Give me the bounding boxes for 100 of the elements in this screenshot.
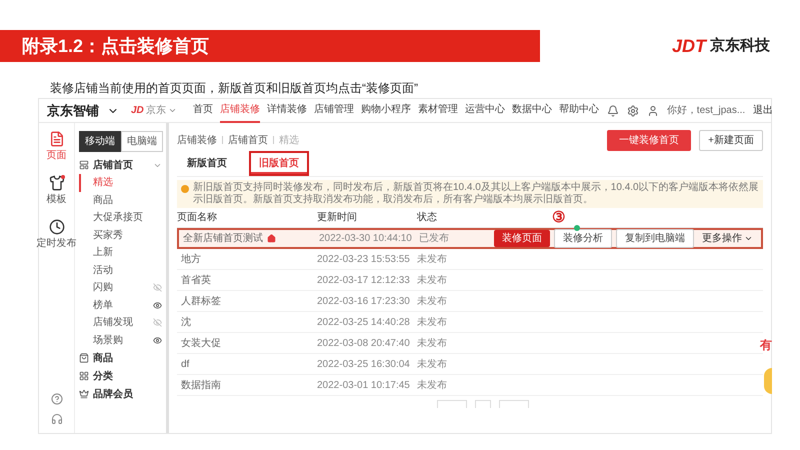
nav-tab[interactable]: 数据中心 — [512, 98, 552, 122]
decorate-page-button[interactable]: 装修页面 — [494, 230, 550, 247]
nav-tab[interactable]: 店铺管理 — [314, 98, 354, 122]
tree-item[interactable]: 场景购 — [79, 332, 162, 349]
table-cell: 全新店铺首页测试 — [179, 231, 319, 246]
caret-icon — [168, 106, 177, 115]
table-cell-text: 未发布 — [417, 274, 448, 288]
tree-item[interactable]: 榜单 — [79, 296, 162, 314]
table-cell-text: 未发布 — [417, 252, 448, 266]
table-cell-text: 未发布 — [417, 378, 448, 392]
tree-item[interactable]: 闪购 — [79, 279, 162, 296]
table-row[interactable]: 地方 2022-03-23 15:53:55 未发布 — [177, 249, 763, 270]
breadcrumb-link[interactable]: 店铺装修 — [177, 132, 217, 148]
table-cell-text: 未发布 — [417, 336, 448, 350]
notice-text: 新旧版首页支持同时装修发布，同时发布后，新版首页将在10.4.0及其以上客户端版本中展示，10.4.0以下的客户端版本将依然展示旧版首页。新版首页支持取消发布功能，取消发布后，所有客户端版本均展示旧版首页。 — [193, 182, 759, 206]
table-cell-text: 地方 — [180, 252, 202, 266]
rail-item[interactable]: 模板 — [46, 175, 66, 207]
table-cell-text: 人群标签 — [180, 294, 222, 308]
tree-item[interactable]: 商品 — [79, 192, 162, 209]
grid-icon — [79, 371, 89, 381]
platform-label[interactable]: 京东 — [146, 103, 166, 118]
decorate-home-button[interactable]: 一键装修首页 — [607, 130, 692, 150]
tree-item[interactable]: 上新 — [79, 244, 162, 262]
rail-item[interactable]: 定时发布 — [36, 219, 76, 251]
table-cell-text: 2022-03-16 17:23:30 — [317, 294, 411, 308]
eye-icon[interactable] — [153, 336, 162, 345]
table-row[interactable]: 沈 2022-03-25 14:40:28 未发布 — [177, 312, 763, 333]
shirt-icon — [48, 175, 64, 191]
eye-icon[interactable] — [153, 300, 162, 310]
table-cell-text: 未发布 — [417, 358, 448, 372]
brand-name: 京东科技 — [710, 36, 770, 56]
table-cell-text: 2022-03-08 20:47:40 — [317, 336, 411, 350]
brand-mark: JDT — [672, 34, 706, 58]
table-cell-text: df — [180, 358, 190, 372]
floating-promo-label: 有 — [760, 337, 772, 354]
tree-item[interactable]: 买家秀 — [79, 226, 162, 244]
tree-item[interactable]: 店铺发现 — [79, 314, 162, 332]
headset-icon[interactable] — [50, 413, 62, 425]
table-cell-text: 首省英 — [180, 274, 212, 288]
tree-item[interactable]: 活动 — [79, 262, 162, 279]
rail-item[interactable]: 页面 — [46, 131, 66, 163]
action-button[interactable]: 装修分析 — [554, 229, 612, 248]
page-tab[interactable]: 旧版首页 — [249, 151, 309, 176]
layout-icon — [79, 160, 89, 170]
table-cell-text: 2022-03-30 10:44:10 — [319, 232, 413, 246]
clock-icon — [48, 219, 64, 235]
action-button[interactable]: 复制到电脑端 — [616, 229, 694, 248]
table-cell-text: 未发布 — [417, 294, 448, 308]
table-cell-text: 女装大促 — [180, 336, 222, 350]
logout-link[interactable]: 退出 — [753, 103, 774, 118]
crown-icon — [79, 389, 89, 399]
nav-tab[interactable]: 素材管理 — [418, 98, 458, 122]
tree-item[interactable]: 品牌会员 — [79, 385, 162, 403]
column-header: 页面名称 — [177, 211, 218, 225]
nav-tab[interactable]: 帮助中心 — [558, 98, 599, 122]
eye-off-icon[interactable] — [153, 318, 162, 328]
help-icon[interactable] — [50, 393, 62, 405]
app-logo[interactable]: 京东智铺 — [47, 100, 99, 120]
tree-item[interactable]: 精选 — [79, 174, 162, 192]
tree-item[interactable]: 大促承接页 — [79, 209, 162, 226]
caret-icon — [744, 234, 753, 243]
device-tab[interactable]: 移动端 — [79, 131, 121, 152]
nav-tab[interactable]: 店铺装修 — [220, 98, 260, 122]
platform-logo: JD — [131, 104, 144, 118]
tree-item[interactable]: 分类 — [79, 367, 162, 385]
table-cell-text: 2022-03-01 10:17:45 — [317, 378, 411, 392]
table-row[interactable]: 数据指南 2022-03-01 10:17:45 未发布 — [177, 375, 763, 396]
breadcrumb-link[interactable]: 店铺首页 — [228, 132, 268, 148]
nav-tab[interactable]: 运营中心 — [464, 98, 505, 122]
document-icon — [48, 131, 64, 147]
table-row[interactable]: 人群标签 2022-03-16 17:23:30 未发布 — [177, 291, 763, 312]
table-cell-text: 2022-03-17 12:12:33 — [317, 274, 411, 288]
tree-item[interactable]: 店铺首页 — [79, 156, 162, 174]
new-page-button[interactable]: +新建页面 — [699, 130, 763, 150]
table-cell-text: 2022-03-25 16:30:04 — [317, 358, 411, 372]
tree-item[interactable]: 商品 — [79, 349, 162, 367]
slide-subtitle: 装修店铺当前使用的首页页面，新版首页和旧版首页均点击“装修页面” — [50, 81, 418, 95]
user-icon — [646, 104, 659, 116]
table-cell-text: 2022-03-23 15:53:55 — [317, 252, 411, 266]
page-tab[interactable]: 新版首页 — [177, 151, 237, 176]
warning-icon — [181, 185, 189, 193]
nav-tab[interactable]: 详情装修 — [266, 98, 307, 122]
device-tab[interactable]: 电脑端 — [121, 131, 163, 152]
eye-off-icon[interactable] — [153, 283, 162, 292]
notification-icon[interactable] — [606, 104, 619, 116]
nav-tab[interactable]: 首页 — [192, 98, 213, 122]
more-actions-menu[interactable]: 更多操作 — [698, 231, 757, 246]
nav-tab[interactable]: 购物小程序 — [360, 98, 411, 122]
table-cell-text: 未发布 — [417, 316, 448, 330]
table-row[interactable]: 首省英 2022-03-17 12:12:33 未发布 — [177, 270, 763, 291]
table-cell-text: 沈 — [180, 316, 192, 330]
bag-icon — [79, 353, 89, 363]
slide-title: 附录1.2：点击装修首页 — [22, 34, 210, 58]
step-annotation: ③ — [552, 210, 565, 225]
settings-icon[interactable] — [626, 104, 639, 116]
table-row[interactable]: df 2022-03-25 16:30:04 未发布 — [177, 354, 763, 375]
table-cell-text: 数据指南 — [180, 378, 222, 392]
table-cell-text: 已发布 — [419, 232, 450, 246]
user-greeting: 你好，test_jpas... — [666, 104, 746, 118]
column-header: 状态 — [417, 210, 438, 225]
